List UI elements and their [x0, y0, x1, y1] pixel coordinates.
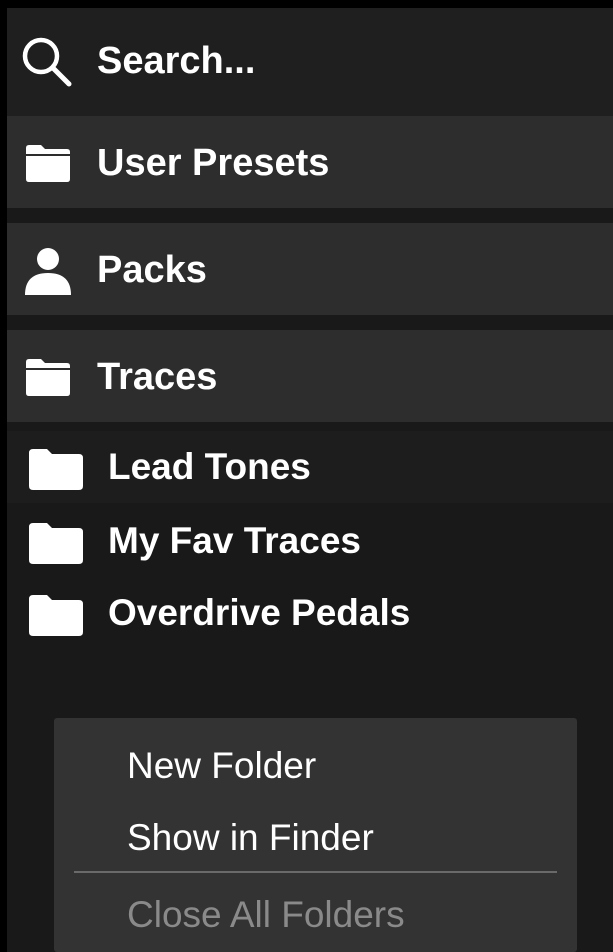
menu-item-new-folder[interactable]: New Folder [54, 734, 577, 798]
folder-icon [26, 145, 70, 182]
folder-label: My Fav Traces [108, 520, 361, 561]
folder-label: Overdrive Pedals [108, 592, 411, 633]
section-traces[interactable]: Traces [7, 330, 613, 422]
section-label: User Presets [97, 142, 330, 184]
menu-item-label: New Folder [127, 745, 317, 786]
folder-label: Lead Tones [108, 446, 311, 487]
folder-item-overdrive-pedals[interactable]: Overdrive Pedals [7, 577, 613, 649]
section-packs[interactable]: Packs [7, 223, 613, 315]
search-icon [22, 37, 72, 87]
folder-icon [26, 359, 70, 396]
section-label: Packs [97, 249, 207, 291]
menu-item-close-all-folders: Close All Folders [54, 883, 577, 947]
section-user-presets[interactable]: User Presets [7, 116, 613, 208]
context-menu: New Folder Show in Finder Close All Fold… [54, 718, 577, 952]
menu-item-label: Close All Folders [127, 894, 405, 935]
folder-icon [29, 523, 83, 564]
menu-separator [74, 871, 557, 873]
folder-item-lead-tones[interactable]: Lead Tones [7, 431, 613, 503]
section-label: Traces [97, 356, 218, 398]
folder-item-my-fav-traces[interactable]: My Fav Traces [7, 505, 613, 577]
folder-icon [29, 449, 83, 490]
browser-panel: Search... User Presets Packs Traces Lead… [7, 8, 613, 952]
menu-item-show-in-finder[interactable]: Show in Finder [54, 806, 577, 870]
menu-item-label: Show in Finder [127, 817, 374, 858]
search-placeholder: Search... [97, 40, 256, 82]
folder-icon [29, 595, 83, 636]
person-icon [25, 248, 71, 295]
search-bar[interactable]: Search... [7, 8, 613, 116]
